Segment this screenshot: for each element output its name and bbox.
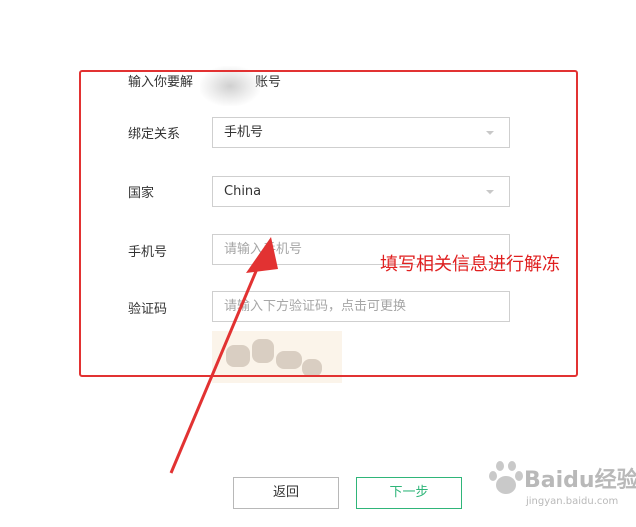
watermark-brand: Baidu经验 [524, 468, 636, 493]
paw-logo-icon [489, 461, 523, 494]
annotation-highlight-box [79, 70, 578, 377]
next-step-button[interactable]: 下一步 [356, 477, 462, 509]
annotation-arrow-icon [169, 237, 278, 474]
watermark-url: jingyan.baidu.com [526, 496, 619, 507]
baidu-watermark: Baidu经验 jingyan.baidu.com [488, 458, 636, 518]
annotation-text: 填写相关信息进行解冻 [380, 254, 560, 275]
back-button[interactable]: 返回 [233, 477, 339, 509]
